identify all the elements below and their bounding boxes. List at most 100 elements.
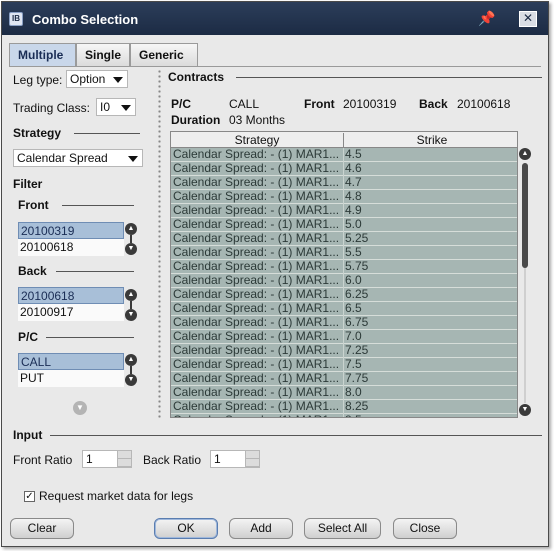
- tab-generic[interactable]: Generic: [130, 43, 198, 67]
- table-row[interactable]: Calendar Spread: - (1) MAR1... 6.25: [171, 288, 517, 302]
- cell-separator: [343, 260, 344, 274]
- strike-cell: 8.25: [345, 399, 369, 413]
- pc-spinner[interactable]: ▲ ▼: [125, 354, 137, 386]
- table-row[interactable]: Calendar Spread: - (1) MAR1...8.5: [171, 414, 517, 417]
- table-row[interactable]: Calendar Spread: - (1) MAR1... 6.75: [171, 316, 517, 330]
- chevron-up-icon[interactable]: ▲: [125, 223, 137, 235]
- back-item[interactable]: 20100917: [18, 304, 124, 321]
- table-row[interactable]: Calendar Spread: - (1) MAR1... 7.75: [171, 372, 517, 386]
- table-row[interactable]: Calendar Spread: - (1) MAR1... 6.0: [171, 274, 517, 288]
- app-logo-icon: IB: [9, 12, 23, 26]
- pc-info-value: CALL: [229, 97, 260, 111]
- strike-cell: 7.25: [345, 343, 369, 357]
- cell-separator: [343, 358, 344, 372]
- back-item-selected[interactable]: 20100618: [18, 287, 124, 304]
- table-row[interactable]: Calendar Spread: - (1) MAR1... 6.5: [171, 302, 517, 316]
- contracts-table[interactable]: Strategy Strike Calendar Spread: - (1) M…: [170, 131, 518, 418]
- clear-button[interactable]: Clear: [10, 518, 74, 539]
- strategy-select[interactable]: Calendar Spread: [13, 149, 143, 167]
- strategy-cell: Calendar Spread: - (1) MAR1...: [173, 274, 340, 287]
- back-ratio-input[interactable]: 1: [210, 450, 260, 468]
- table-row[interactable]: Calendar Spread: - (1) MAR1... 7.0: [171, 330, 517, 344]
- front-spinner[interactable]: ▲ ▼: [125, 223, 137, 255]
- front-item-selected[interactable]: 20100319: [18, 222, 124, 239]
- tab-multiple[interactable]: Multiple: [9, 43, 76, 67]
- front-ratio-stepper[interactable]: [117, 451, 131, 467]
- front-ratio-value: 1: [86, 452, 93, 466]
- strategy-cell: Calendar Spread: - (1) MAR1...: [173, 288, 340, 301]
- divider: [62, 205, 134, 206]
- table-row[interactable]: Calendar Spread: - (1) MAR1... 5.0: [171, 218, 517, 232]
- close-button[interactable]: Close: [393, 518, 457, 539]
- pc-item[interactable]: PUT: [18, 370, 124, 387]
- select-all-button[interactable]: Select All: [304, 518, 381, 539]
- cell-separator: [343, 400, 344, 414]
- pc-listbox[interactable]: CALL PUT: [18, 353, 124, 387]
- scroll-thumb[interactable]: [522, 163, 528, 268]
- chevron-down-icon[interactable]: ▼: [125, 309, 137, 321]
- chevron-up-icon[interactable]: ▲: [125, 354, 137, 366]
- table-row[interactable]: Calendar Spread: - (1) MAR1... 5.25: [171, 232, 517, 246]
- back-listbox[interactable]: 20100618 20100917: [18, 287, 124, 321]
- chevron-down-icon[interactable]: ▼: [519, 404, 531, 416]
- cell-separator: [343, 204, 344, 218]
- ok-button[interactable]: OK: [154, 518, 218, 539]
- request-market-data-checkbox[interactable]: ✓: [24, 491, 35, 502]
- table-row[interactable]: Calendar Spread: - (1) MAR1... 4.6: [171, 162, 517, 176]
- table-body: Calendar Spread: - (1) MAR1... 4.5 Calenda…: [171, 148, 517, 417]
- strategy-cell: Calendar Spread: - (1) MAR1...: [173, 400, 340, 413]
- panel-splitter[interactable]: [158, 69, 161, 419]
- strike-cell: 7.75: [345, 371, 369, 385]
- cell-separator: [343, 232, 344, 246]
- pc-item-selected[interactable]: CALL: [18, 353, 124, 370]
- back-ratio-label: Back Ratio: [143, 453, 202, 467]
- strategy-cell: Calendar Spread: - (1) MAR1...: [173, 162, 340, 175]
- chevron-down-icon: [121, 105, 131, 111]
- strategy-cell: Calendar Spread: - (1) MAR1...: [173, 344, 340, 357]
- cell-separator: [343, 162, 344, 176]
- back-spinner[interactable]: ▲ ▼: [125, 289, 137, 321]
- strategy-cell: Calendar Spread: - (1) MAR1...: [173, 302, 340, 315]
- table-row[interactable]: Calendar Spread: - (1) MAR1... 8.25: [171, 400, 517, 414]
- table-row[interactable]: Calendar Spread: - (1) MAR1... 5.75: [171, 260, 517, 274]
- trading-class-label: Trading Class:: [13, 101, 90, 115]
- strike-cell: 6.75: [345, 315, 369, 329]
- tab-single[interactable]: Single: [76, 43, 130, 67]
- cell-separator: [343, 316, 344, 330]
- front-item[interactable]: 20100618: [18, 239, 124, 256]
- leg-type-label: Leg type:: [13, 73, 63, 87]
- strike-cell: 6.5: [345, 301, 362, 315]
- chevron-up-icon[interactable]: ▲: [519, 148, 531, 160]
- close-icon[interactable]: ✕: [519, 11, 537, 27]
- cell-separator: [343, 148, 344, 162]
- table-row[interactable]: Calendar Spread: - (1) MAR1... 4.5: [171, 148, 517, 162]
- column-header-strategy[interactable]: Strategy: [171, 133, 344, 148]
- table-row[interactable]: Calendar Spread: - (1) MAR1... 4.8: [171, 190, 517, 204]
- expand-more-icon[interactable]: ▼: [73, 401, 87, 415]
- table-row[interactable]: Calendar Spread: - (1) MAR1... 7.25: [171, 344, 517, 358]
- leg-type-select[interactable]: Option: [66, 70, 128, 88]
- duration-label: Duration: [171, 113, 221, 127]
- front-listbox[interactable]: 20100319 20100618: [18, 222, 124, 256]
- table-row[interactable]: Calendar Spread: - (1) MAR1... 7.5: [171, 358, 517, 372]
- table-row[interactable]: Calendar Spread: - (1) MAR1... 5.5: [171, 246, 517, 260]
- window-title: Combo Selection: [32, 12, 139, 27]
- table-row[interactable]: Calendar Spread: - (1) MAR1... 4.7: [171, 176, 517, 190]
- table-row[interactable]: Calendar Spread: - (1) MAR1... 4.9: [171, 204, 517, 218]
- cell-separator: [343, 176, 344, 190]
- cell-separator: [343, 386, 344, 400]
- strategy-cell: Calendar Spread: - (1) MAR1...: [173, 204, 340, 217]
- table-row[interactable]: Calendar Spread: - (1) MAR1... 8.0: [171, 386, 517, 400]
- chevron-down-icon[interactable]: ▼: [125, 243, 137, 255]
- add-button[interactable]: Add: [229, 518, 293, 539]
- contracts-heading: Contracts: [168, 70, 225, 84]
- column-header-strike[interactable]: Strike: [345, 133, 517, 147]
- back-ratio-stepper[interactable]: [245, 451, 259, 467]
- chevron-down-icon[interactable]: ▼: [125, 374, 137, 386]
- trading-class-select[interactable]: I0: [96, 98, 136, 116]
- front-ratio-input[interactable]: 1: [82, 450, 132, 468]
- strategy-label: Strategy: [13, 126, 62, 140]
- table-scrollbar[interactable]: ▲ ▼: [518, 148, 532, 418]
- chevron-up-icon[interactable]: ▲: [125, 289, 137, 301]
- pin-icon[interactable]: 📌: [478, 10, 495, 27]
